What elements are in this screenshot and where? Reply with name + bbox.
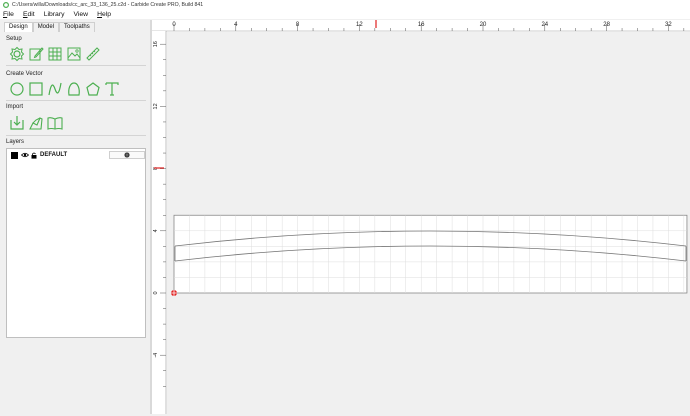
tab-design[interactable]: Design <box>4 22 33 32</box>
image-icon[interactable] <box>65 45 83 63</box>
library-book-icon[interactable] <box>46 114 64 132</box>
y-tick-label: -4 <box>153 353 159 358</box>
design-canvas[interactable]: 0 4 8 12 16 20 24 28 32 16 12 8 4 0 -4 <box>150 20 690 414</box>
import-icons <box>8 114 65 132</box>
menu-bar: File Edit Library View Help <box>0 10 690 19</box>
circle-icon[interactable] <box>8 80 26 98</box>
section-setup-label: Setup <box>6 36 22 42</box>
layer-row[interactable]: DEFAULT <box>11 151 145 159</box>
menu-library[interactable]: Library <box>44 11 65 18</box>
window-title: C:/Users/willa/Downloads/cc_arc_33_136_2… <box>12 2 204 8</box>
menu-file[interactable]: File <box>3 11 14 18</box>
x-tick-label: 16 <box>418 22 425 28</box>
menu-help[interactable]: Help <box>97 11 111 18</box>
x-tick-label: 32 <box>665 22 672 28</box>
edit-pencil-icon[interactable] <box>27 45 45 63</box>
import-file-icon[interactable] <box>8 114 26 132</box>
menu-edit[interactable]: Edit <box>23 11 35 18</box>
x-tick-label: 20 <box>480 22 487 28</box>
create-vector-icons <box>8 80 122 98</box>
tab-bar: Design Model Toolpaths <box>4 22 95 32</box>
rectangle-icon[interactable] <box>27 80 45 98</box>
pentagon-icon[interactable] <box>84 80 102 98</box>
separator <box>6 135 146 136</box>
gear-icon <box>124 152 130 158</box>
ruler-icon[interactable] <box>84 45 102 63</box>
curve-icon[interactable] <box>46 80 64 98</box>
section-layers-label: Layers <box>6 139 25 145</box>
tab-model[interactable]: Model <box>32 22 60 32</box>
lock-icon[interactable] <box>31 152 37 159</box>
y-tick-label: 0 <box>153 291 159 294</box>
y-tick-label: 16 <box>153 41 159 47</box>
panel-divider[interactable] <box>150 20 152 414</box>
x-tick-label: 12 <box>356 22 363 28</box>
canvas-svg[interactable]: 0 4 8 12 16 20 24 28 32 1612840-4 <box>150 20 690 414</box>
layer-name: DEFAULT <box>40 152 68 158</box>
eye-icon[interactable] <box>21 152 29 158</box>
setup-icons <box>8 45 103 63</box>
origin-marker-icon <box>171 290 177 296</box>
title-bar: C:/Users/willa/Downloads/cc_arc_33_136_2… <box>0 0 690 10</box>
tab-toolpaths[interactable]: Toolpaths <box>59 22 95 32</box>
stock-material-grid <box>173 214 688 294</box>
separator <box>6 65 146 66</box>
x-tick-label: 28 <box>603 22 610 28</box>
menu-view[interactable]: View <box>73 11 88 18</box>
layer-settings-button[interactable] <box>109 151 145 159</box>
left-panel: Design Model Toolpaths Setup Create Vect… <box>0 20 150 414</box>
section-import-label: Import <box>6 104 24 110</box>
polygon-shape-icon[interactable] <box>65 80 83 98</box>
x-tick-label: 24 <box>541 22 548 28</box>
grid-icon[interactable] <box>46 45 64 63</box>
import-3d-icon[interactable] <box>27 114 45 132</box>
section-create-vector-label: Create Vector <box>6 71 43 77</box>
y-tick-label: 12 <box>153 103 159 109</box>
job-setup-gear-icon[interactable] <box>8 45 26 63</box>
y-tick-label: 4 <box>153 229 159 232</box>
layers-list: DEFAULT <box>6 148 146 338</box>
layer-color-swatch[interactable] <box>11 151 18 159</box>
separator <box>6 100 146 101</box>
text-icon[interactable] <box>103 80 121 98</box>
app-logo-icon <box>3 2 9 8</box>
